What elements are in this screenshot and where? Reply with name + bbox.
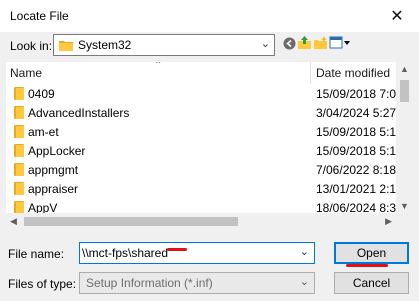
file-name: AdvancedInstallers bbox=[28, 106, 130, 120]
file-name: am-et bbox=[28, 125, 59, 139]
folder-icon bbox=[14, 144, 24, 157]
files-of-type-label: Files of type: bbox=[8, 277, 77, 291]
scroll-left-icon[interactable]: ◀ bbox=[10, 216, 17, 227]
new-folder-icon[interactable] bbox=[312, 35, 328, 51]
list-item[interactable]: appraiser 13/01/2021 2:1 bbox=[6, 179, 398, 198]
look-in-value: System32 bbox=[78, 38, 132, 52]
annotation-underline bbox=[346, 264, 388, 267]
look-in-combobox[interactable]: System32 ⌄ bbox=[53, 34, 275, 56]
open-button[interactable]: Open bbox=[334, 242, 409, 264]
sort-ascending-icon: ⌃ bbox=[154, 62, 163, 71]
column-divider[interactable] bbox=[310, 62, 311, 84]
list-item[interactable]: am-et 15/09/2018 5:1 bbox=[6, 122, 398, 141]
scroll-up-icon[interactable]: ▲ bbox=[400, 64, 409, 74]
annotation-underline bbox=[167, 248, 187, 251]
file-list[interactable]: ⌃ Name Date modified 0409 15/09/2018 7:0… bbox=[6, 62, 413, 230]
horizontal-scrollbar[interactable]: ◀ ▶ bbox=[6, 213, 413, 230]
look-in-label: Look in: bbox=[10, 39, 53, 53]
file-name: appmgmt bbox=[28, 163, 79, 177]
file-date: 15/09/2018 5:1 bbox=[316, 125, 397, 139]
title-bar: Locate File ✕ bbox=[0, 0, 419, 32]
list-item[interactable]: 0409 15/09/2018 7:0 bbox=[6, 84, 398, 103]
folder-icon bbox=[14, 125, 24, 138]
file-name: 0409 bbox=[28, 87, 55, 101]
file-name-input[interactable] bbox=[82, 245, 292, 261]
folder-icon bbox=[59, 41, 73, 51]
horizontal-scroll-thumb[interactable] bbox=[24, 217, 238, 226]
up-folder-icon[interactable] bbox=[296, 35, 312, 51]
vertical-scrollbar[interactable]: ▲ ▼ bbox=[396, 62, 413, 213]
vertical-scroll-thumb[interactable] bbox=[400, 80, 409, 102]
chevron-down-icon: ⌄ bbox=[299, 276, 309, 288]
close-button[interactable]: ✕ bbox=[375, 0, 419, 32]
list-item[interactable]: AppLocker 15/09/2018 5:1 bbox=[6, 141, 398, 160]
dialog-title: Locate File bbox=[10, 9, 69, 23]
locate-file-dialog: Locate File ✕ Look in: System32 ⌄ ⌃ Name… bbox=[0, 0, 419, 301]
list-item[interactable]: AdvancedInstallers 3/04/2024 5:27 bbox=[6, 103, 398, 122]
chevron-down-icon: ⌄ bbox=[260, 38, 270, 50]
folder-icon bbox=[14, 87, 24, 100]
file-date: 7/06/2022 8:18 bbox=[316, 163, 397, 177]
file-name: appraiser bbox=[28, 182, 79, 196]
files-of-type-select[interactable]: Setup Information (*.inf) ⌄ bbox=[79, 272, 315, 294]
file-date: 15/09/2018 5:1 bbox=[316, 144, 397, 158]
folder-icon bbox=[14, 182, 24, 195]
back-icon[interactable] bbox=[281, 35, 297, 51]
file-name-combobox[interactable]: ⌄ bbox=[79, 242, 315, 264]
folder-icon bbox=[14, 163, 24, 176]
file-date: 3/04/2024 5:27 bbox=[316, 106, 397, 120]
folder-icon bbox=[14, 106, 24, 119]
file-name: AppLocker bbox=[28, 144, 86, 158]
scroll-down-icon[interactable]: ▼ bbox=[400, 201, 409, 211]
file-date: 13/01/2021 2:1 bbox=[316, 182, 397, 196]
list-item[interactable]: appmgmt 7/06/2022 8:18 bbox=[6, 160, 398, 179]
scroll-right-icon[interactable]: ▶ bbox=[385, 216, 392, 227]
cancel-button[interactable]: Cancel bbox=[334, 272, 409, 294]
chevron-down-icon[interactable]: ⌄ bbox=[300, 245, 309, 258]
file-name-label: File name: bbox=[8, 247, 65, 261]
file-date: 15/09/2018 7:0 bbox=[316, 87, 397, 101]
files-of-type-value: Setup Information (*.inf) bbox=[86, 276, 213, 290]
view-menu-icon[interactable] bbox=[329, 35, 351, 51]
